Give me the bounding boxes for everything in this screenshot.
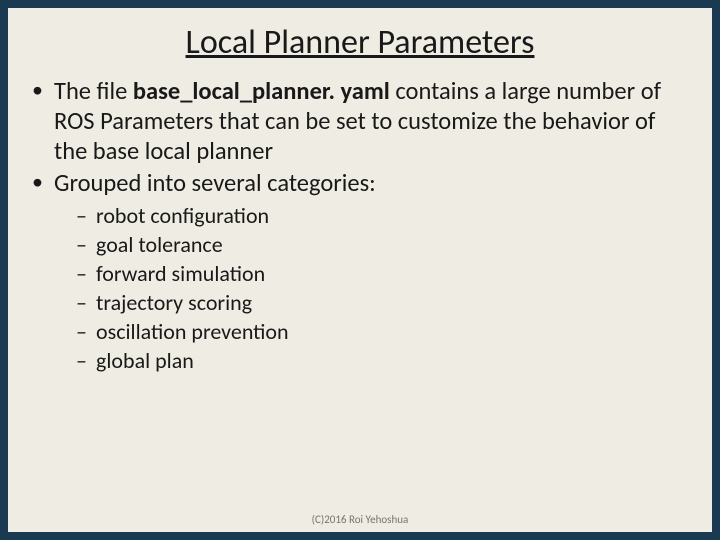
- sub-item-0: robot configuration: [76, 201, 694, 230]
- footer-copyright: (C)2016 Roi Yehoshua: [8, 513, 712, 526]
- bullet-1-bold: base_local_planner. yaml: [133, 76, 390, 106]
- bullet-2: Grouped into several categories: robot c…: [26, 169, 694, 375]
- main-list: The file base_local_planner. yaml contai…: [26, 77, 694, 375]
- slide-frame: Local Planner Parameters The file base_l…: [0, 0, 720, 540]
- slide-title: Local Planner Parameters: [8, 8, 712, 73]
- sub-item-5: global plan: [76, 346, 694, 375]
- sub-item-3: trajectory scoring: [76, 288, 694, 317]
- slide-body: The file base_local_planner. yaml contai…: [8, 73, 712, 375]
- sub-item-4: oscillation prevention: [76, 317, 694, 346]
- bullet-2-text: Grouped into several categories:: [54, 168, 376, 198]
- bullet-1: The file base_local_planner. yaml contai…: [26, 77, 694, 167]
- slide-content: Local Planner Parameters The file base_l…: [8, 8, 712, 532]
- sub-item-2: forward simulation: [76, 259, 694, 288]
- bullet-1-pre: The file: [54, 76, 133, 106]
- sub-item-1: goal tolerance: [76, 230, 694, 259]
- sub-list: robot configuration goal tolerance forwa…: [54, 201, 694, 375]
